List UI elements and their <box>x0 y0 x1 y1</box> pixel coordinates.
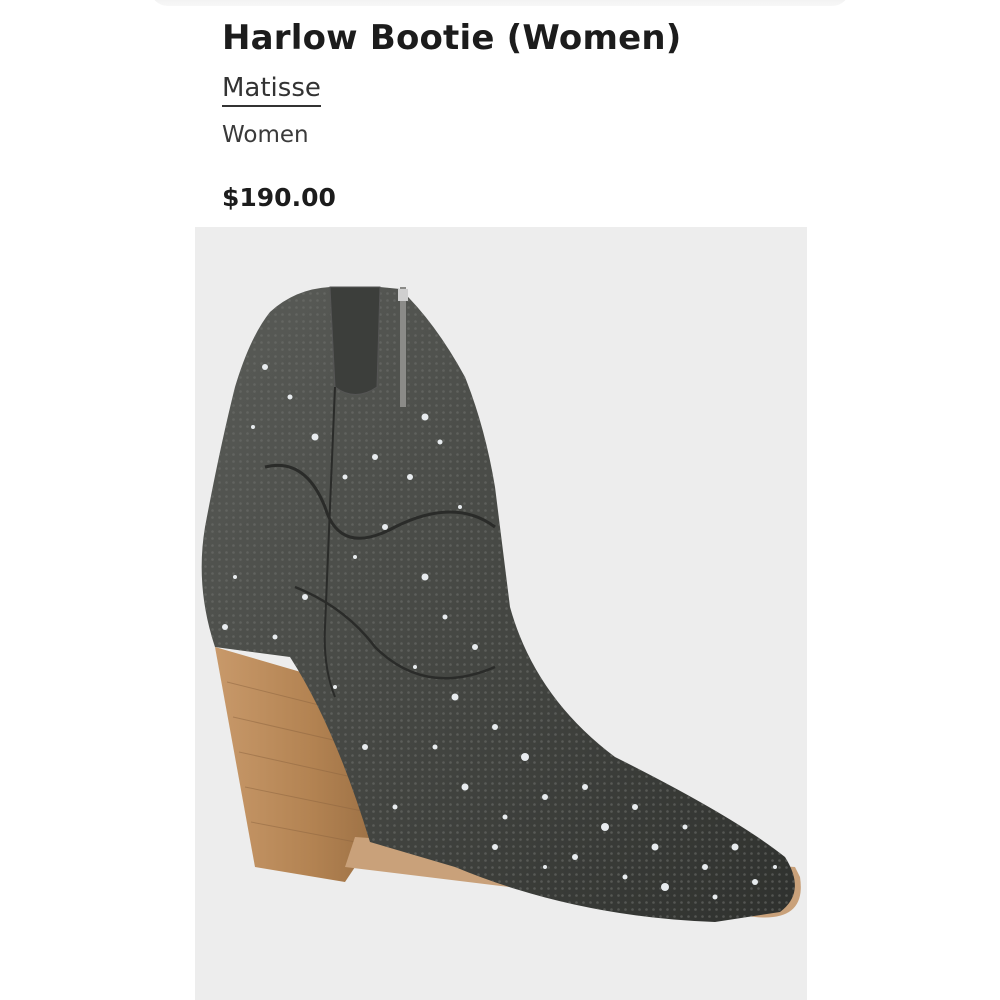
boot-zipper <box>400 287 406 407</box>
product-price: $190.00 <box>222 183 336 212</box>
brand-link[interactable]: Matisse <box>222 74 321 107</box>
top-edge-strip <box>150 0 850 6</box>
product-image[interactable] <box>195 227 807 1000</box>
product-title: Harlow Bootie (Women) <box>222 18 682 58</box>
boot-pull-tab <box>329 286 381 395</box>
department-label: Women <box>222 122 309 148</box>
